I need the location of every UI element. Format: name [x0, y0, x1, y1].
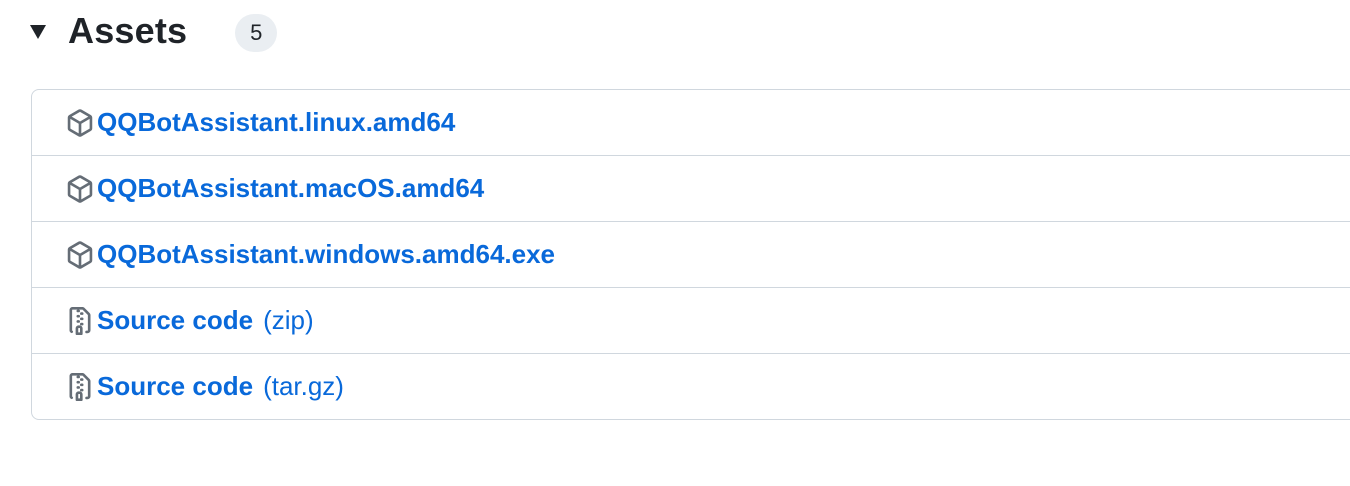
asset-link[interactable]: Source code: [97, 371, 253, 402]
asset-format-suffix: (tar.gz): [263, 371, 344, 401]
package-icon: [66, 240, 94, 270]
asset-row: QQBotAssistant.linux.amd64: [32, 90, 1350, 155]
asset-link[interactable]: QQBotAssistant.linux.amd64: [97, 107, 455, 138]
package-icon: [66, 174, 94, 204]
asset-link[interactable]: QQBotAssistant.windows.amd64.exe: [97, 239, 555, 270]
assets-title: Assets: [68, 10, 188, 51]
asset-row: QQBotAssistant.windows.amd64.exe: [32, 221, 1350, 287]
asset-link[interactable]: Source code: [97, 305, 253, 336]
package-icon: [66, 108, 94, 138]
asset-format-suffix: (zip): [263, 305, 314, 335]
asset-row: Source code (zip): [32, 287, 1350, 353]
assets-count-badge: 5: [235, 14, 278, 52]
triangle-down-icon[interactable]: [30, 25, 46, 39]
asset-row: QQBotAssistant.macOS.amd64: [32, 155, 1350, 221]
assets-summary-toggle[interactable]: Assets 5: [30, 0, 278, 62]
asset-link[interactable]: QQBotAssistant.macOS.amd64: [97, 173, 484, 204]
file-zip-icon: [66, 372, 94, 402]
file-zip-icon: [66, 306, 94, 336]
asset-row: Source code (tar.gz): [32, 353, 1350, 419]
assets-list: QQBotAssistant.linux.amd64 QQBotAssistan…: [31, 89, 1350, 420]
